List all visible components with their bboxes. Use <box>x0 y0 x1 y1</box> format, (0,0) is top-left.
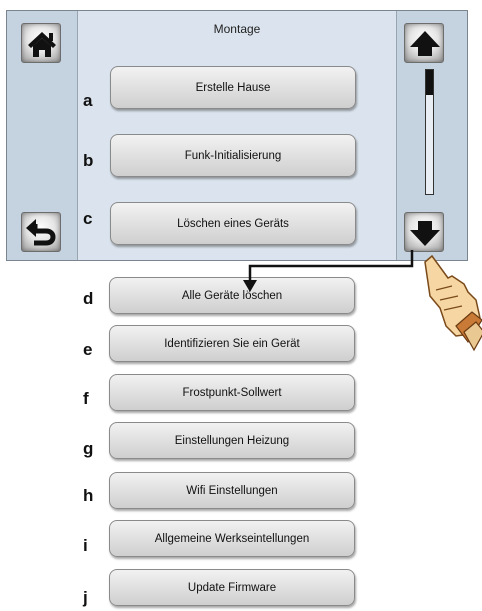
annotation-overlay <box>243 250 482 352</box>
pointing-hand-icon <box>424 254 482 352</box>
arrow-connector <box>243 250 414 292</box>
